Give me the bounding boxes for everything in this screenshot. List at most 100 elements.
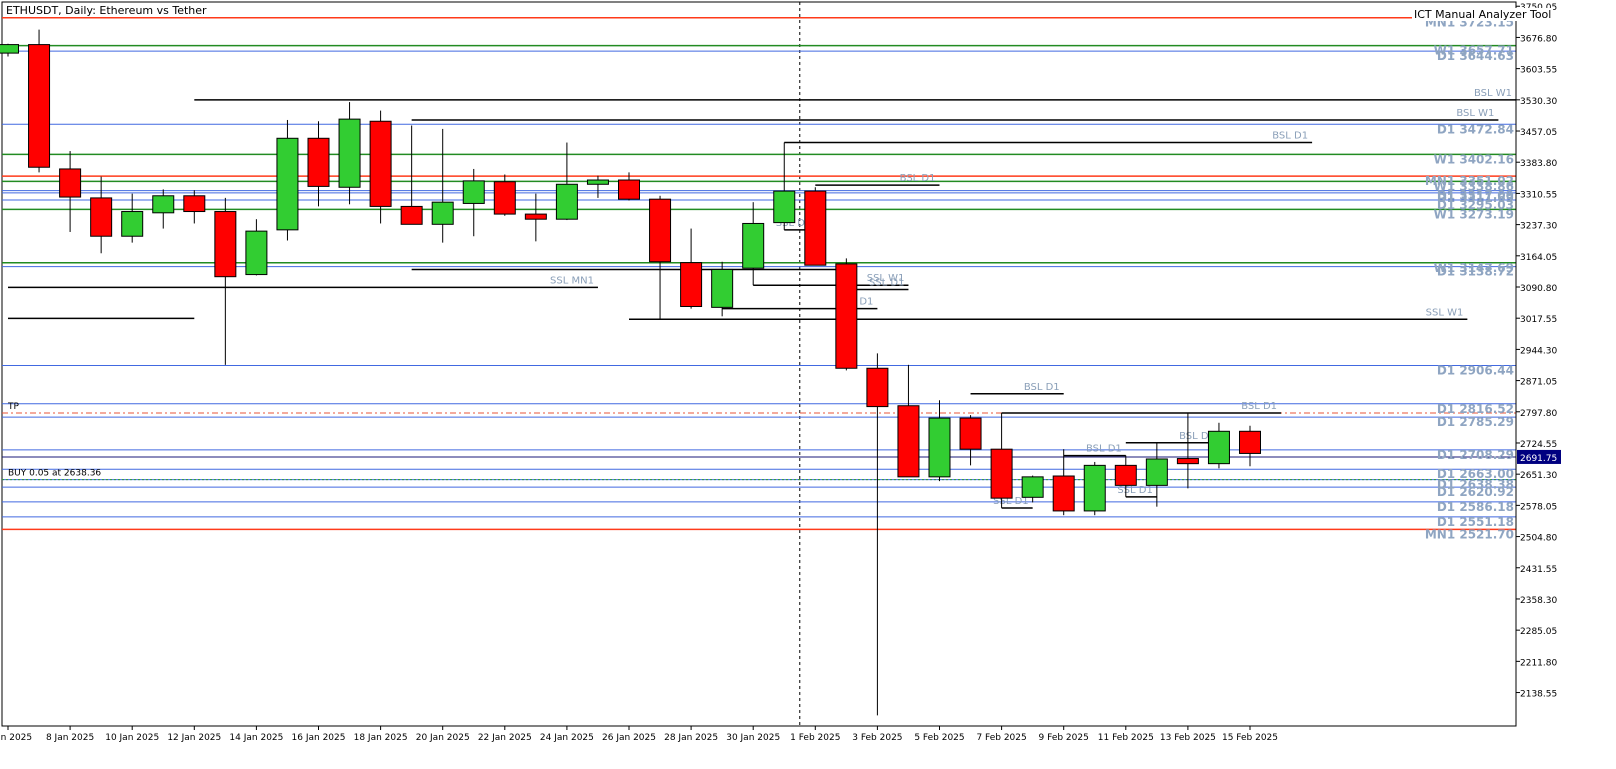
candle xyxy=(990,412,1013,508)
candle xyxy=(680,228,703,309)
candle-body xyxy=(245,230,268,276)
time-tick-label: 8 Jan 2025 xyxy=(46,733,94,743)
time-tick-label: 24 Jan 2025 xyxy=(540,733,594,743)
price-tick-label: 2578.05 xyxy=(1520,502,1557,512)
candle-body xyxy=(1114,464,1137,486)
time-tick-label: 1 Feb 2025 xyxy=(790,733,840,743)
candle-body xyxy=(711,268,734,308)
candle xyxy=(1239,425,1261,467)
candle-body xyxy=(804,190,827,266)
price-tick-label: 3017.55 xyxy=(1520,315,1557,325)
candle xyxy=(804,187,827,266)
candle xyxy=(586,175,609,198)
liquidity-label: BSL W1 xyxy=(1456,108,1494,119)
candle-body xyxy=(649,198,672,263)
candles xyxy=(0,29,1261,716)
time-tick-label: 9 Feb 2025 xyxy=(1039,733,1089,743)
price-tick-label: 2431.55 xyxy=(1520,565,1557,575)
candle xyxy=(369,110,392,224)
candle-body xyxy=(680,262,703,308)
price-tick-label: 2651.30 xyxy=(1520,471,1557,481)
level-label: D1 2620.92 xyxy=(1437,485,1514,499)
candle xyxy=(307,121,330,207)
level-label: D1 3138.72 xyxy=(1437,265,1514,279)
analyzer-tool-label[interactable]: ICT Manual Analyzer Tool xyxy=(1412,8,1554,21)
candle xyxy=(121,193,144,243)
candle xyxy=(959,415,982,466)
price-tick-label: 3457.05 xyxy=(1520,128,1557,138)
time-tick-label: 7 Feb 2025 xyxy=(976,733,1026,743)
candle xyxy=(928,400,951,482)
liquidity-label: BSL D1 xyxy=(1272,131,1308,142)
symbol-title: ETHUSDT, Daily: Ethereum vs Tether xyxy=(6,4,207,17)
candle-body xyxy=(214,211,237,278)
candle xyxy=(152,189,175,229)
candle-body xyxy=(369,120,392,207)
price-tick-label: 2871.05 xyxy=(1520,378,1557,388)
time-tick-label: 16 Jan 2025 xyxy=(292,733,346,743)
candle-body xyxy=(1021,476,1044,498)
price-tick-label: 2724.55 xyxy=(1520,440,1557,450)
price-tick-label: 3603.55 xyxy=(1520,66,1557,76)
candle xyxy=(742,202,765,286)
time-tick-label: 20 Jan 2025 xyxy=(416,733,470,743)
plot-border xyxy=(1,1,1517,727)
time-axis: 6 Jan 2025 8 Jan 2025 10 Jan 2025 12 Jan 20… xyxy=(0,726,1278,743)
candle-body xyxy=(1176,458,1199,465)
level-label: D1 2785.29 xyxy=(1437,415,1514,429)
buy-label: BUY 0.05 at 2638.36 xyxy=(8,469,101,479)
time-tick-label: 28 Jan 2025 xyxy=(664,733,718,743)
price-tick-label: 2944.30 xyxy=(1520,346,1557,356)
candle xyxy=(462,168,485,237)
candle-body xyxy=(400,205,423,225)
time-tick-label: 5 Feb 2025 xyxy=(914,733,964,743)
time-tick-label: 22 Jan 2025 xyxy=(478,733,532,743)
candle-body xyxy=(338,118,361,188)
time-tick-label: 26 Jan 2025 xyxy=(602,733,656,743)
time-tick-label: 6 Jan 2025 xyxy=(0,733,32,743)
liquidity-label: SSL D1 xyxy=(1117,485,1153,496)
level-label: D1 2708.29 xyxy=(1437,448,1514,462)
candle-body xyxy=(742,222,765,269)
time-tick-label: 3 Feb 2025 xyxy=(852,733,902,743)
time-tick-label: 13 Feb 2025 xyxy=(1160,733,1216,743)
candle-body xyxy=(959,417,982,450)
level-labels: TPBUY 0.05 at 2638.36MN1 3723.15W1 3657.… xyxy=(7,16,1514,542)
candle xyxy=(214,197,237,365)
liquidity-label: BSL D1 xyxy=(1086,444,1122,455)
level-label: W1 3402.16 xyxy=(1434,152,1514,166)
candle xyxy=(90,176,113,254)
candle xyxy=(1052,449,1075,516)
level-label: W1 3273.19 xyxy=(1434,207,1514,221)
time-tick-label: 14 Jan 2025 xyxy=(229,733,283,743)
candle xyxy=(431,128,454,243)
time-tick-label: 10 Jan 2025 xyxy=(105,733,159,743)
candle xyxy=(183,190,206,224)
candle-body xyxy=(276,137,299,231)
candle-body xyxy=(431,201,454,225)
time-tick-label: 11 Feb 2025 xyxy=(1098,733,1154,743)
candle xyxy=(28,29,51,173)
time-tick-label: 15 Feb 2025 xyxy=(1222,733,1278,743)
candle xyxy=(400,125,423,225)
level-label: D1 3644.63 xyxy=(1437,49,1514,63)
candle xyxy=(866,353,889,716)
candle xyxy=(524,193,547,242)
liquidity-lines: BSL W1 BSL W1 BSL D1 BSL D1 SSL MN1 SSL W1 SSL… xyxy=(8,88,1516,509)
candle xyxy=(1083,461,1106,516)
liquidity-label: BSL D1 xyxy=(1241,401,1277,412)
candle-body xyxy=(897,405,920,478)
liquidity-label: SSL W1 xyxy=(1426,307,1464,318)
candle-body xyxy=(835,263,858,369)
candle-body xyxy=(152,195,175,214)
candle-body xyxy=(1083,464,1106,512)
level-label: D1 2586.18 xyxy=(1437,500,1514,514)
candle-body xyxy=(773,190,796,224)
candle-body xyxy=(990,448,1013,499)
candle-body xyxy=(493,181,516,215)
candle-body xyxy=(866,367,889,408)
candle-body xyxy=(121,211,144,237)
candle-body xyxy=(462,180,485,204)
price-chart[interactable]: BSL W1 BSL W1 BSL D1 BSL D1 SSL MN1 SSL W1 SSL… xyxy=(0,0,1616,769)
liquidity-label: BSL D1 xyxy=(900,173,936,184)
